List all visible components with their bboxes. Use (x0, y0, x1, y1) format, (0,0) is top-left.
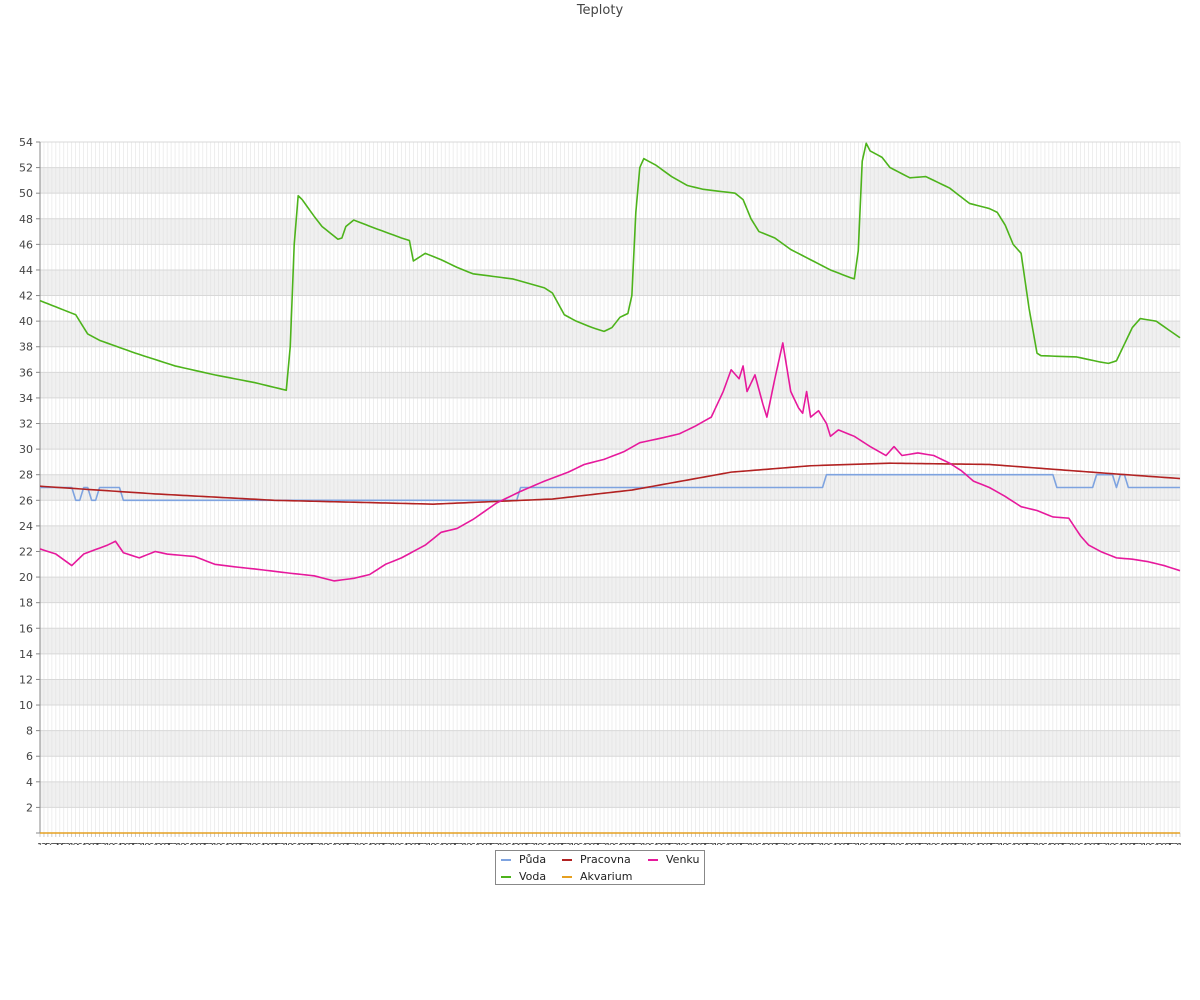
y-tick-label: 8 (26, 725, 33, 738)
y-tick-label: 4 (26, 776, 33, 789)
y-tick-label: 10 (19, 699, 33, 712)
legend-label-voda: Voda (519, 870, 547, 883)
legend-item-voda: Voda (501, 870, 546, 883)
line-chart: 2468101214161820222426283032343638404244… (19, 136, 1183, 845)
y-tick-label: 12 (19, 673, 33, 686)
y-tick-label: 44 (19, 264, 33, 277)
y-tick-label: 18 (19, 597, 33, 610)
y-tick-label: 26 (19, 494, 33, 507)
x-tick-label: 1 (1177, 842, 1183, 845)
legend-swatch-puda (501, 858, 511, 861)
x-axis: 1356785318642975318642975318642975318642… (36, 832, 1183, 845)
y-tick-label: 22 (19, 545, 33, 558)
y-tick-label: 2 (26, 801, 33, 814)
y-tick-label: 16 (19, 622, 33, 635)
legend-swatch-pracovna (562, 858, 572, 861)
legend-item-venku: Venku (648, 853, 699, 866)
legend: Půda Pracovna Venku Voda Akvarium (495, 850, 705, 885)
legend-swatch-venku (648, 858, 658, 861)
y-tick-label: 24 (19, 520, 33, 533)
y-tick-label: 14 (19, 648, 33, 661)
legend-label-venku: Venku (666, 853, 700, 866)
y-tick-label: 42 (19, 290, 33, 303)
y-tick-label: 20 (19, 571, 33, 584)
y-tick-label: 34 (19, 392, 33, 405)
y-tick-label: 28 (19, 469, 33, 482)
y-tick-label: 30 (19, 443, 33, 456)
y-tick-label: 46 (19, 238, 33, 251)
y-tick-label: 36 (19, 366, 33, 379)
y-axis: 2468101214161820222426283032343638404244… (19, 136, 41, 833)
legend-label-akvarium: Akvarium (580, 870, 633, 883)
legend-item-puda: Půda (501, 853, 546, 866)
legend-label-puda: Půda (519, 853, 547, 866)
y-tick-label: 32 (19, 418, 33, 431)
y-tick-label: 38 (19, 341, 33, 354)
legend-swatch-voda (501, 875, 511, 878)
legend-item-akvarium: Akvarium (562, 870, 632, 883)
y-tick-label: 52 (19, 162, 33, 175)
y-tick-label: 40 (19, 315, 33, 328)
legend-label-pracovna: Pracovna (580, 853, 631, 866)
y-tick-label: 6 (26, 750, 33, 763)
y-tick-label: 48 (19, 213, 33, 226)
y-tick-label: 50 (19, 187, 33, 200)
legend-swatch-akvarium (562, 875, 572, 878)
y-tick-label: 54 (19, 136, 33, 149)
legend-item-pracovna: Pracovna (562, 853, 631, 866)
